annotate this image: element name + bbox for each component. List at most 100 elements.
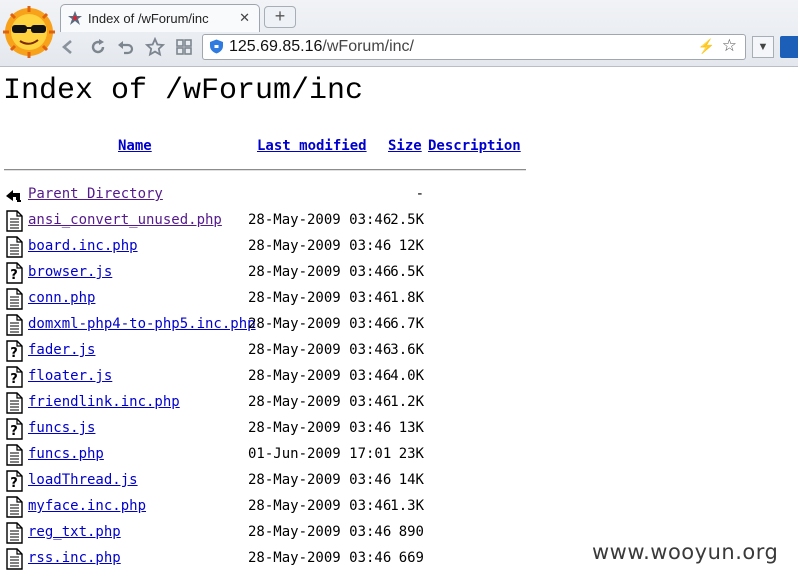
file-link[interactable]: floater.js [28, 368, 112, 384]
file-link[interactable]: funcs.js [28, 420, 95, 436]
text-file-icon[interactable] [4, 522, 24, 544]
lightning-icon[interactable]: ⚡ [698, 38, 715, 55]
unknown-file-icon[interactable]: ? [4, 366, 24, 388]
url-host: 125.69.85.16 [229, 38, 323, 55]
new-tab-button[interactable]: + [264, 6, 296, 28]
file-last-modified: 28-May-2009 03:46 [248, 238, 392, 254]
table-row: domxml-php4-to-php5.inc.php 28-May-2009 0… [0, 314, 560, 342]
table-row: funcs.php 01-Jun-2009 17:01 23K [0, 444, 560, 472]
svg-text:?: ? [10, 268, 18, 283]
reload-icon[interactable] [88, 37, 108, 57]
back-icon[interactable] [4, 184, 24, 206]
file-last-modified: 28-May-2009 03:46 [248, 394, 392, 410]
parent-directory-link[interactable]: Parent Directory [28, 186, 163, 202]
watermark: www.wooyun.org [592, 540, 779, 564]
table-row: ansi_convert_unused.php 28-May-2009 03:46… [0, 210, 560, 238]
unknown-file-icon[interactable]: ? [4, 470, 24, 492]
favorite-star-icon[interactable] [145, 37, 165, 57]
file-last-modified: 28-May-2009 03:46 [248, 212, 392, 228]
table-row: ? browser.js 28-May-2009 03:46 6.5K [0, 262, 560, 290]
table-row: rss.inc.php 28-May-2009 03:46 669 [0, 548, 560, 576]
file-last-modified: 28-May-2009 03:46 [248, 524, 392, 540]
column-header-size[interactable]: Size [388, 138, 422, 154]
file-size: 1.3K [390, 498, 424, 514]
file-size: 23K [398, 446, 424, 462]
file-size: - [415, 186, 424, 202]
file-link[interactable]: domxml-php4-to-php5.inc.php [28, 316, 256, 332]
text-file-icon[interactable] [4, 548, 24, 570]
svg-text:?: ? [10, 424, 18, 439]
file-size: 2.5K [390, 212, 424, 228]
svg-text:?: ? [10, 476, 18, 491]
unknown-file-icon[interactable]: ? [4, 340, 24, 362]
text-file-icon[interactable] [4, 444, 24, 466]
text-file-icon[interactable] [4, 392, 24, 414]
unknown-file-icon[interactable]: ? [4, 418, 24, 440]
browser-logo [3, 6, 55, 58]
parent-directory-row: Parent Directory - [0, 186, 560, 212]
text-file-icon[interactable] [4, 314, 24, 336]
file-size: 1.8K [390, 290, 424, 306]
file-last-modified: 01-Jun-2009 17:01 [248, 446, 392, 462]
file-link[interactable]: board.inc.php [28, 238, 138, 254]
file-size: 3.6K [390, 342, 424, 358]
file-size: 1.2K [390, 394, 424, 410]
tab-close-icon[interactable]: ✕ [239, 10, 250, 26]
undo-icon[interactable] [116, 37, 136, 57]
table-row: ? floater.js 28-May-2009 03:46 4.0K [0, 366, 560, 394]
table-row: ? loadThread.js 28-May-2009 03:46 14K [0, 470, 560, 498]
table-row: ? funcs.js 28-May-2009 03:46 13K [0, 418, 560, 446]
text-file-icon[interactable] [4, 496, 24, 518]
tab-title: Index of /wForum/inc [88, 11, 209, 26]
file-link[interactable]: rss.inc.php [28, 550, 121, 566]
file-link[interactable]: conn.php [28, 290, 95, 306]
file-size: 12K [398, 238, 424, 254]
file-last-modified: 28-May-2009 03:46 [248, 420, 392, 436]
table-row: friendlink.inc.php 28-May-2009 03:46 1.2K [0, 392, 560, 420]
file-last-modified: 28-May-2009 03:46 [248, 498, 392, 514]
file-link[interactable]: browser.js [28, 264, 112, 280]
file-size: 669 [398, 550, 424, 566]
back-arrow-icon[interactable] [58, 37, 78, 57]
file-link[interactable]: friendlink.inc.php [28, 394, 180, 410]
file-size: 6.5K [390, 264, 424, 280]
table-row: reg_txt.php 28-May-2009 03:46 890 [0, 522, 560, 550]
column-header-last-modified[interactable]: Last modified [257, 138, 367, 154]
unknown-file-icon[interactable]: ? [4, 262, 24, 284]
file-last-modified: 28-May-2009 03:46 [248, 550, 392, 566]
file-link[interactable]: reg_txt.php [28, 524, 121, 540]
shield-icon [210, 39, 223, 54]
favicon-icon [68, 11, 82, 25]
table-row: board.inc.php 28-May-2009 03:46 12K [0, 236, 560, 264]
address-bar[interactable]: 125.69.85.16/wForum/inc/ ⚡ ☆ [202, 34, 746, 60]
svg-text:?: ? [10, 346, 18, 361]
file-link[interactable]: fader.js [28, 342, 95, 358]
file-size: 4.0K [390, 368, 424, 384]
file-last-modified: 28-May-2009 03:46 [248, 290, 392, 306]
browser-tab[interactable]: Index of /wForum/inc ✕ [60, 4, 260, 32]
file-link[interactable]: funcs.php [28, 446, 104, 462]
file-last-modified: 28-May-2009 03:46 [248, 316, 392, 332]
table-row: myface.inc.php 28-May-2009 03:46 1.3K [0, 496, 560, 524]
file-size: 13K [398, 420, 424, 436]
text-file-icon[interactable] [4, 236, 24, 258]
svg-text:?: ? [10, 372, 18, 387]
column-header-name[interactable]: Name [118, 138, 152, 154]
text-file-icon[interactable] [4, 288, 24, 310]
file-last-modified: 28-May-2009 03:46 [248, 342, 392, 358]
file-link[interactable]: ansi_convert_unused.php [28, 212, 222, 228]
file-link[interactable]: loadThread.js [28, 472, 138, 488]
grid-apps-icon[interactable] [174, 37, 194, 57]
extension-icon[interactable] [780, 36, 798, 58]
text-file-icon[interactable] [4, 210, 24, 232]
bookmark-star-icon[interactable]: ☆ [722, 36, 737, 56]
menu-dropdown-icon[interactable]: ▼ [752, 36, 774, 58]
page-title: Index of /wForum/inc [3, 74, 364, 108]
file-link[interactable]: myface.inc.php [28, 498, 146, 514]
url-text[interactable]: 125.69.85.16/wForum/inc/ [229, 38, 414, 56]
header-divider [4, 169, 526, 171]
file-last-modified: 28-May-2009 03:46 [248, 472, 392, 488]
table-row: conn.php 28-May-2009 03:46 1.8K [0, 288, 560, 316]
url-path: /wForum/inc/ [322, 38, 414, 55]
column-header-description[interactable]: Description [428, 138, 521, 154]
